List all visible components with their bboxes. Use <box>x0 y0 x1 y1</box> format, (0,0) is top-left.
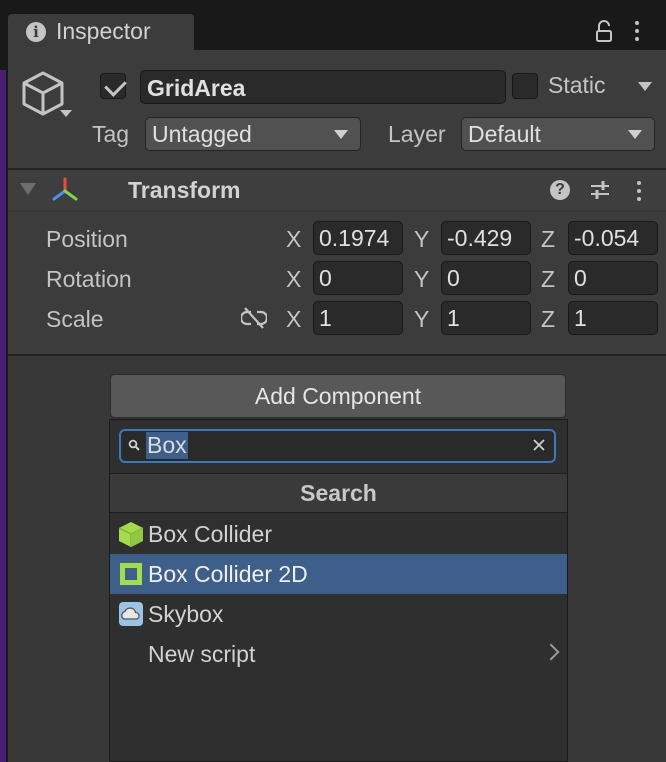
scale-label: Scale <box>46 306 104 332</box>
box-collider-2d-icon <box>120 563 142 585</box>
position-x-label[interactable]: X <box>286 226 301 253</box>
foldout-caret-icon[interactable] <box>20 183 36 195</box>
transform-icon <box>52 177 78 201</box>
component-item-label: Box Collider 2D <box>148 561 308 587</box>
rotation-label: Rotation <box>46 266 132 292</box>
static-dropdown-caret-icon[interactable] <box>638 82 652 91</box>
rotation-x-label[interactable]: X <box>286 266 301 293</box>
scale-x-field[interactable]: 1 <box>313 301 403 335</box>
position-y-label[interactable]: Y <box>414 226 429 253</box>
clear-search-icon[interactable] <box>531 437 547 453</box>
chevron-right-icon <box>542 643 560 661</box>
component-item-new-script[interactable]: New script <box>110 634 567 674</box>
scale-x-label[interactable]: X <box>286 306 301 333</box>
position-y-field[interactable]: -0.429 <box>441 221 531 255</box>
tab-menu-icon[interactable] <box>634 19 640 43</box>
transform-title: Transform <box>128 177 241 203</box>
component-item-skybox[interactable]: Skybox <box>110 594 567 634</box>
tab-inspector-label: Inspector <box>56 18 151 44</box>
component-item-label: Skybox <box>148 601 224 627</box>
help-icon[interactable]: ? <box>550 180 570 200</box>
presets-icon[interactable] <box>589 179 611 201</box>
component-item-label: New script <box>148 641 256 667</box>
rotation-y-field[interactable]: 0 <box>441 261 531 295</box>
position-z-label[interactable]: Z <box>541 226 555 253</box>
scale-y-field[interactable]: 1 <box>441 301 531 335</box>
tag-dropdown-caret-icon <box>334 130 348 139</box>
info-icon: i <box>26 22 46 42</box>
layer-dropdown[interactable]: Default <box>461 117 655 151</box>
scale-y-label[interactable]: Y <box>414 306 429 333</box>
static-checkbox[interactable] <box>512 73 538 99</box>
component-menu-icon[interactable] <box>636 179 642 203</box>
tag-label: Tag <box>92 121 130 147</box>
layer-dropdown-value: Default <box>468 121 541 147</box>
static-label: Static <box>548 72 606 98</box>
gameobject-name-field[interactable]: GridArea <box>140 70 506 104</box>
icon-dropdown-caret-icon[interactable] <box>60 110 72 117</box>
skybox-icon <box>119 602 143 626</box>
scene-view-edge <box>0 70 6 762</box>
component-item-box-collider[interactable]: Box Collider <box>110 514 567 554</box>
position-z-field[interactable]: -0.054 <box>568 221 658 255</box>
scale-z-field[interactable]: 1 <box>568 301 658 335</box>
tag-dropdown-value: Untagged <box>152 121 252 147</box>
lock-icon[interactable] <box>594 20 614 44</box>
box-collider-icon <box>118 522 144 547</box>
rotation-y-label[interactable]: Y <box>414 266 429 293</box>
tag-dropdown[interactable]: Untagged <box>145 117 361 151</box>
rotation-z-label[interactable]: Z <box>541 266 555 293</box>
rotation-z-field[interactable]: 0 <box>568 261 658 295</box>
rotation-x-field[interactable]: 0 <box>313 261 403 295</box>
search-icon <box>128 439 140 451</box>
component-item-label: Box Collider <box>148 521 272 547</box>
component-item-box-collider-2d[interactable]: Box Collider 2D <box>110 554 567 594</box>
component-search-value[interactable]: Box <box>146 432 188 459</box>
scale-z-label[interactable]: Z <box>541 306 555 333</box>
search-section-title: Search <box>110 473 567 513</box>
position-x-field[interactable]: 0.1974 <box>313 221 403 255</box>
add-component-button[interactable]: Add Component <box>110 374 566 418</box>
constrain-proportions-icon[interactable] <box>241 306 267 330</box>
position-label: Position <box>46 226 128 252</box>
layer-label: Layer <box>388 121 446 147</box>
layer-dropdown-caret-icon <box>628 130 642 139</box>
